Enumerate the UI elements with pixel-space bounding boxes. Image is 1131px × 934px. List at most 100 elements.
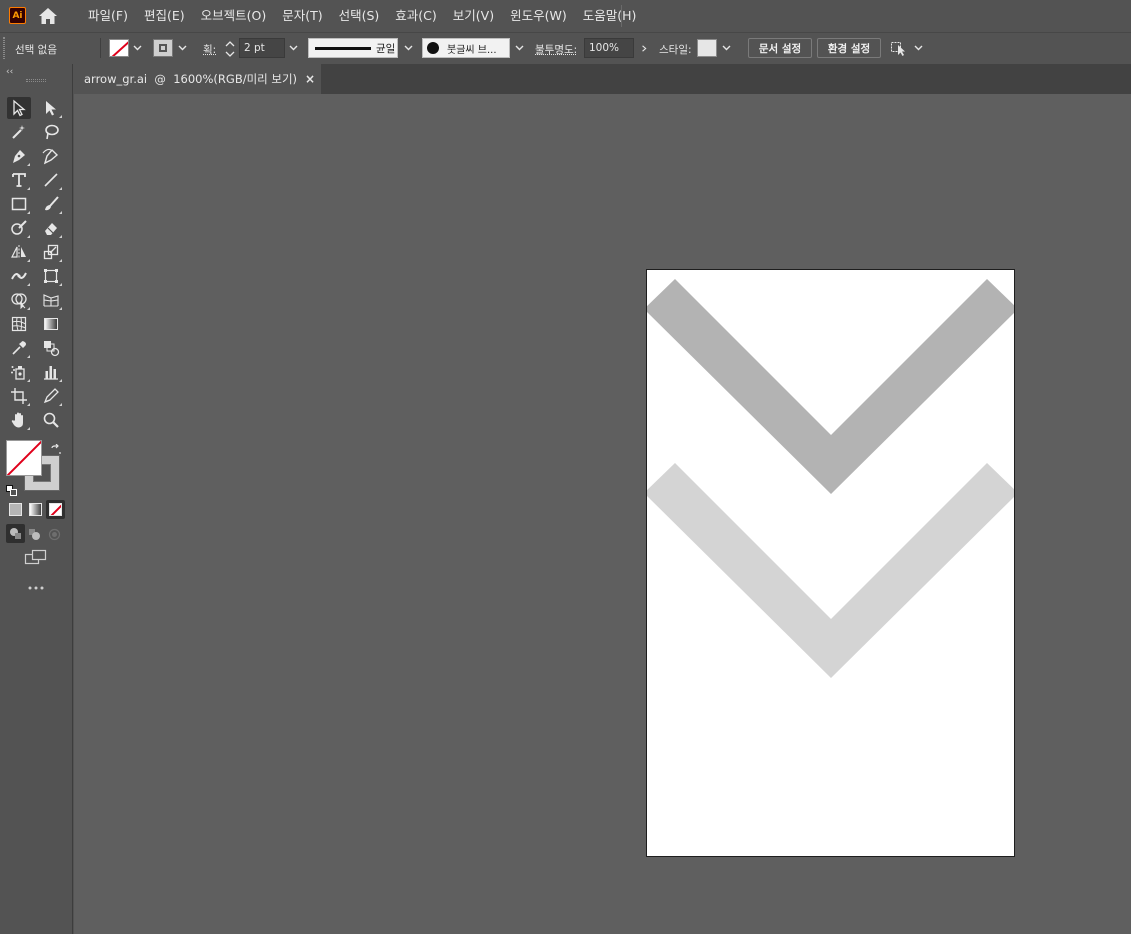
lasso-tool-icon[interactable] xyxy=(39,121,63,143)
illustrator-logo[interactable]: Ai xyxy=(9,7,26,24)
stroke-dropdown-chevron-icon[interactable] xyxy=(175,39,189,57)
opacity-label[interactable]: 불투명도: xyxy=(535,42,577,57)
brush-field[interactable]: 붓글씨 브... xyxy=(422,38,510,58)
blend-tool-icon[interactable] xyxy=(39,337,63,359)
type-tool-icon[interactable] xyxy=(7,169,31,191)
brush-dot-icon xyxy=(427,42,439,54)
brush-name: 붓글씨 브... xyxy=(447,44,497,56)
hand-tool-icon[interactable] xyxy=(7,409,31,431)
selection-status: 선택 없음 xyxy=(15,44,57,56)
artboard-tool-icon[interactable] xyxy=(7,385,31,407)
fill-color-box[interactable] xyxy=(6,440,42,476)
mesh-tool-icon[interactable] xyxy=(7,313,31,335)
document-tab-bar: arrow_gr.ai @ 1600%(RGB/미리 보기) × xyxy=(73,64,1131,94)
artboard[interactable] xyxy=(646,269,1015,857)
style-swatch[interactable] xyxy=(697,39,717,57)
swap-fill-stroke-icon[interactable] xyxy=(50,441,62,454)
menu-divider xyxy=(621,5,622,27)
toolbox: ‹‹ xyxy=(0,64,72,934)
default-fill-stroke-icon[interactable] xyxy=(6,481,17,496)
close-icon[interactable]: × xyxy=(305,72,315,86)
magic-wand-tool-icon[interactable] xyxy=(7,121,31,143)
menu-window[interactable]: 윈도우(W) xyxy=(502,0,575,32)
control-bar-grip[interactable] xyxy=(3,37,5,59)
stroke-weight-stepper[interactable] xyxy=(223,38,237,60)
shape-builder-tool-icon[interactable] xyxy=(7,289,31,311)
divider xyxy=(100,38,101,58)
free-transform-tool-icon[interactable] xyxy=(39,265,63,287)
stroke-swatch[interactable] xyxy=(153,39,173,57)
scale-tool-icon[interactable] xyxy=(39,241,63,263)
rectangle-tool-icon[interactable] xyxy=(7,193,31,215)
menu-object[interactable]: 오브젝트(O) xyxy=(193,0,275,32)
gradient-mode-button[interactable] xyxy=(29,503,42,516)
zoom-tool-icon[interactable] xyxy=(39,409,63,431)
selection-tool-icon[interactable] xyxy=(7,97,31,119)
stroke-profile-line xyxy=(315,46,371,50)
column-graph-tool-icon[interactable] xyxy=(39,361,63,383)
style-label: 스타일: xyxy=(659,44,692,56)
curvature-tool-icon[interactable] xyxy=(39,145,63,167)
menu-edit[interactable]: 편집(E) xyxy=(136,0,193,32)
style-chevron-icon[interactable] xyxy=(719,39,733,57)
toolbox-grip[interactable] xyxy=(26,79,46,82)
collapse-panel-icon[interactable]: ‹‹ xyxy=(6,67,13,77)
color-mode-button[interactable] xyxy=(9,503,22,516)
menu-bar: Ai 파일(F) 편집(E) 오브젝트(O) 문자(T) 선택(S) 효과(C)… xyxy=(0,0,1131,32)
stroke-label[interactable]: 획: xyxy=(203,42,216,57)
preferences-button[interactable]: 환경 설정 xyxy=(817,38,881,58)
eraser-tool-icon[interactable] xyxy=(39,217,63,239)
edit-toolbar-more-icon[interactable] xyxy=(26,577,46,590)
width-tool-icon[interactable] xyxy=(7,265,31,287)
menu-help[interactable]: 도움말(H) xyxy=(575,0,645,32)
menu-file[interactable]: 파일(F) xyxy=(80,0,136,32)
perspective-grid-tool-icon[interactable] xyxy=(39,289,63,311)
draw-inside-icon[interactable] xyxy=(48,526,63,541)
slice-tool-icon[interactable] xyxy=(39,385,63,407)
reflect-tool-icon[interactable] xyxy=(7,241,31,263)
opacity-chevron-right-icon[interactable] xyxy=(637,39,651,57)
paintbrush-tool-icon[interactable] xyxy=(39,193,63,215)
menu-select[interactable]: 선택(S) xyxy=(331,0,388,32)
canvas-area[interactable] xyxy=(74,94,1131,934)
artwork xyxy=(647,279,1015,678)
draw-behind-icon[interactable] xyxy=(28,526,43,541)
stroke-weight-value: 2 pt xyxy=(244,42,265,54)
stroke-profile-label: 균일 xyxy=(376,42,396,55)
stroke-profile-chevron-icon[interactable] xyxy=(401,39,415,57)
menu-effect[interactable]: 효과(C) xyxy=(387,0,444,32)
none-slash xyxy=(7,441,41,475)
fill-dropdown-chevron-icon[interactable] xyxy=(130,39,144,57)
line-segment-tool-icon[interactable] xyxy=(39,169,63,191)
stroke-weight-field[interactable]: 2 pt xyxy=(239,38,285,58)
stroke-weight-chevron-icon[interactable] xyxy=(286,39,300,57)
change-screen-mode-icon[interactable] xyxy=(24,548,48,566)
document-setup-button[interactable]: 문서 설정 xyxy=(748,38,812,58)
opacity-field[interactable]: 100% xyxy=(584,38,634,58)
shaper-tool-icon[interactable] xyxy=(7,217,31,239)
opacity-value: 100% xyxy=(589,42,620,54)
main-menu: 파일(F) 편집(E) 오브젝트(O) 문자(T) 선택(S) 효과(C) 보기… xyxy=(80,0,644,32)
top-chevron[interactable] xyxy=(647,279,1015,494)
select-similar-icon[interactable] xyxy=(890,39,910,57)
symbol-sprayer-tool-icon[interactable] xyxy=(7,361,31,383)
home-icon[interactable] xyxy=(38,7,58,25)
document-tab[interactable]: arrow_gr.ai @ 1600%(RGB/미리 보기) × xyxy=(73,64,321,94)
menu-view[interactable]: 보기(V) xyxy=(445,0,502,32)
bottom-chevron[interactable] xyxy=(647,463,1015,678)
brush-chevron-icon[interactable] xyxy=(512,39,526,57)
eyedropper-tool-icon[interactable] xyxy=(7,337,31,359)
direct-selection-tool-icon[interactable] xyxy=(39,97,63,119)
fill-swatch[interactable] xyxy=(109,39,129,57)
draw-normal-icon[interactable] xyxy=(6,524,25,543)
none-mode-slash xyxy=(50,504,61,515)
menu-type[interactable]: 문자(T) xyxy=(274,0,330,32)
none-mode-swatch xyxy=(49,503,62,516)
stroke-profile-field[interactable]: 균일 xyxy=(308,38,398,58)
select-similar-chevron-icon[interactable] xyxy=(911,39,925,57)
control-bar: 선택 없음 획: 2 pt 균일 붓글씨 브... 불투명도: 100% 스타일… xyxy=(0,32,1131,64)
none-mode-button[interactable] xyxy=(46,500,65,519)
pen-tool-icon[interactable] xyxy=(7,145,31,167)
document-tab-title: arrow_gr.ai @ 1600%(RGB/미리 보기) xyxy=(84,72,298,86)
gradient-tool-icon[interactable] xyxy=(39,313,63,335)
